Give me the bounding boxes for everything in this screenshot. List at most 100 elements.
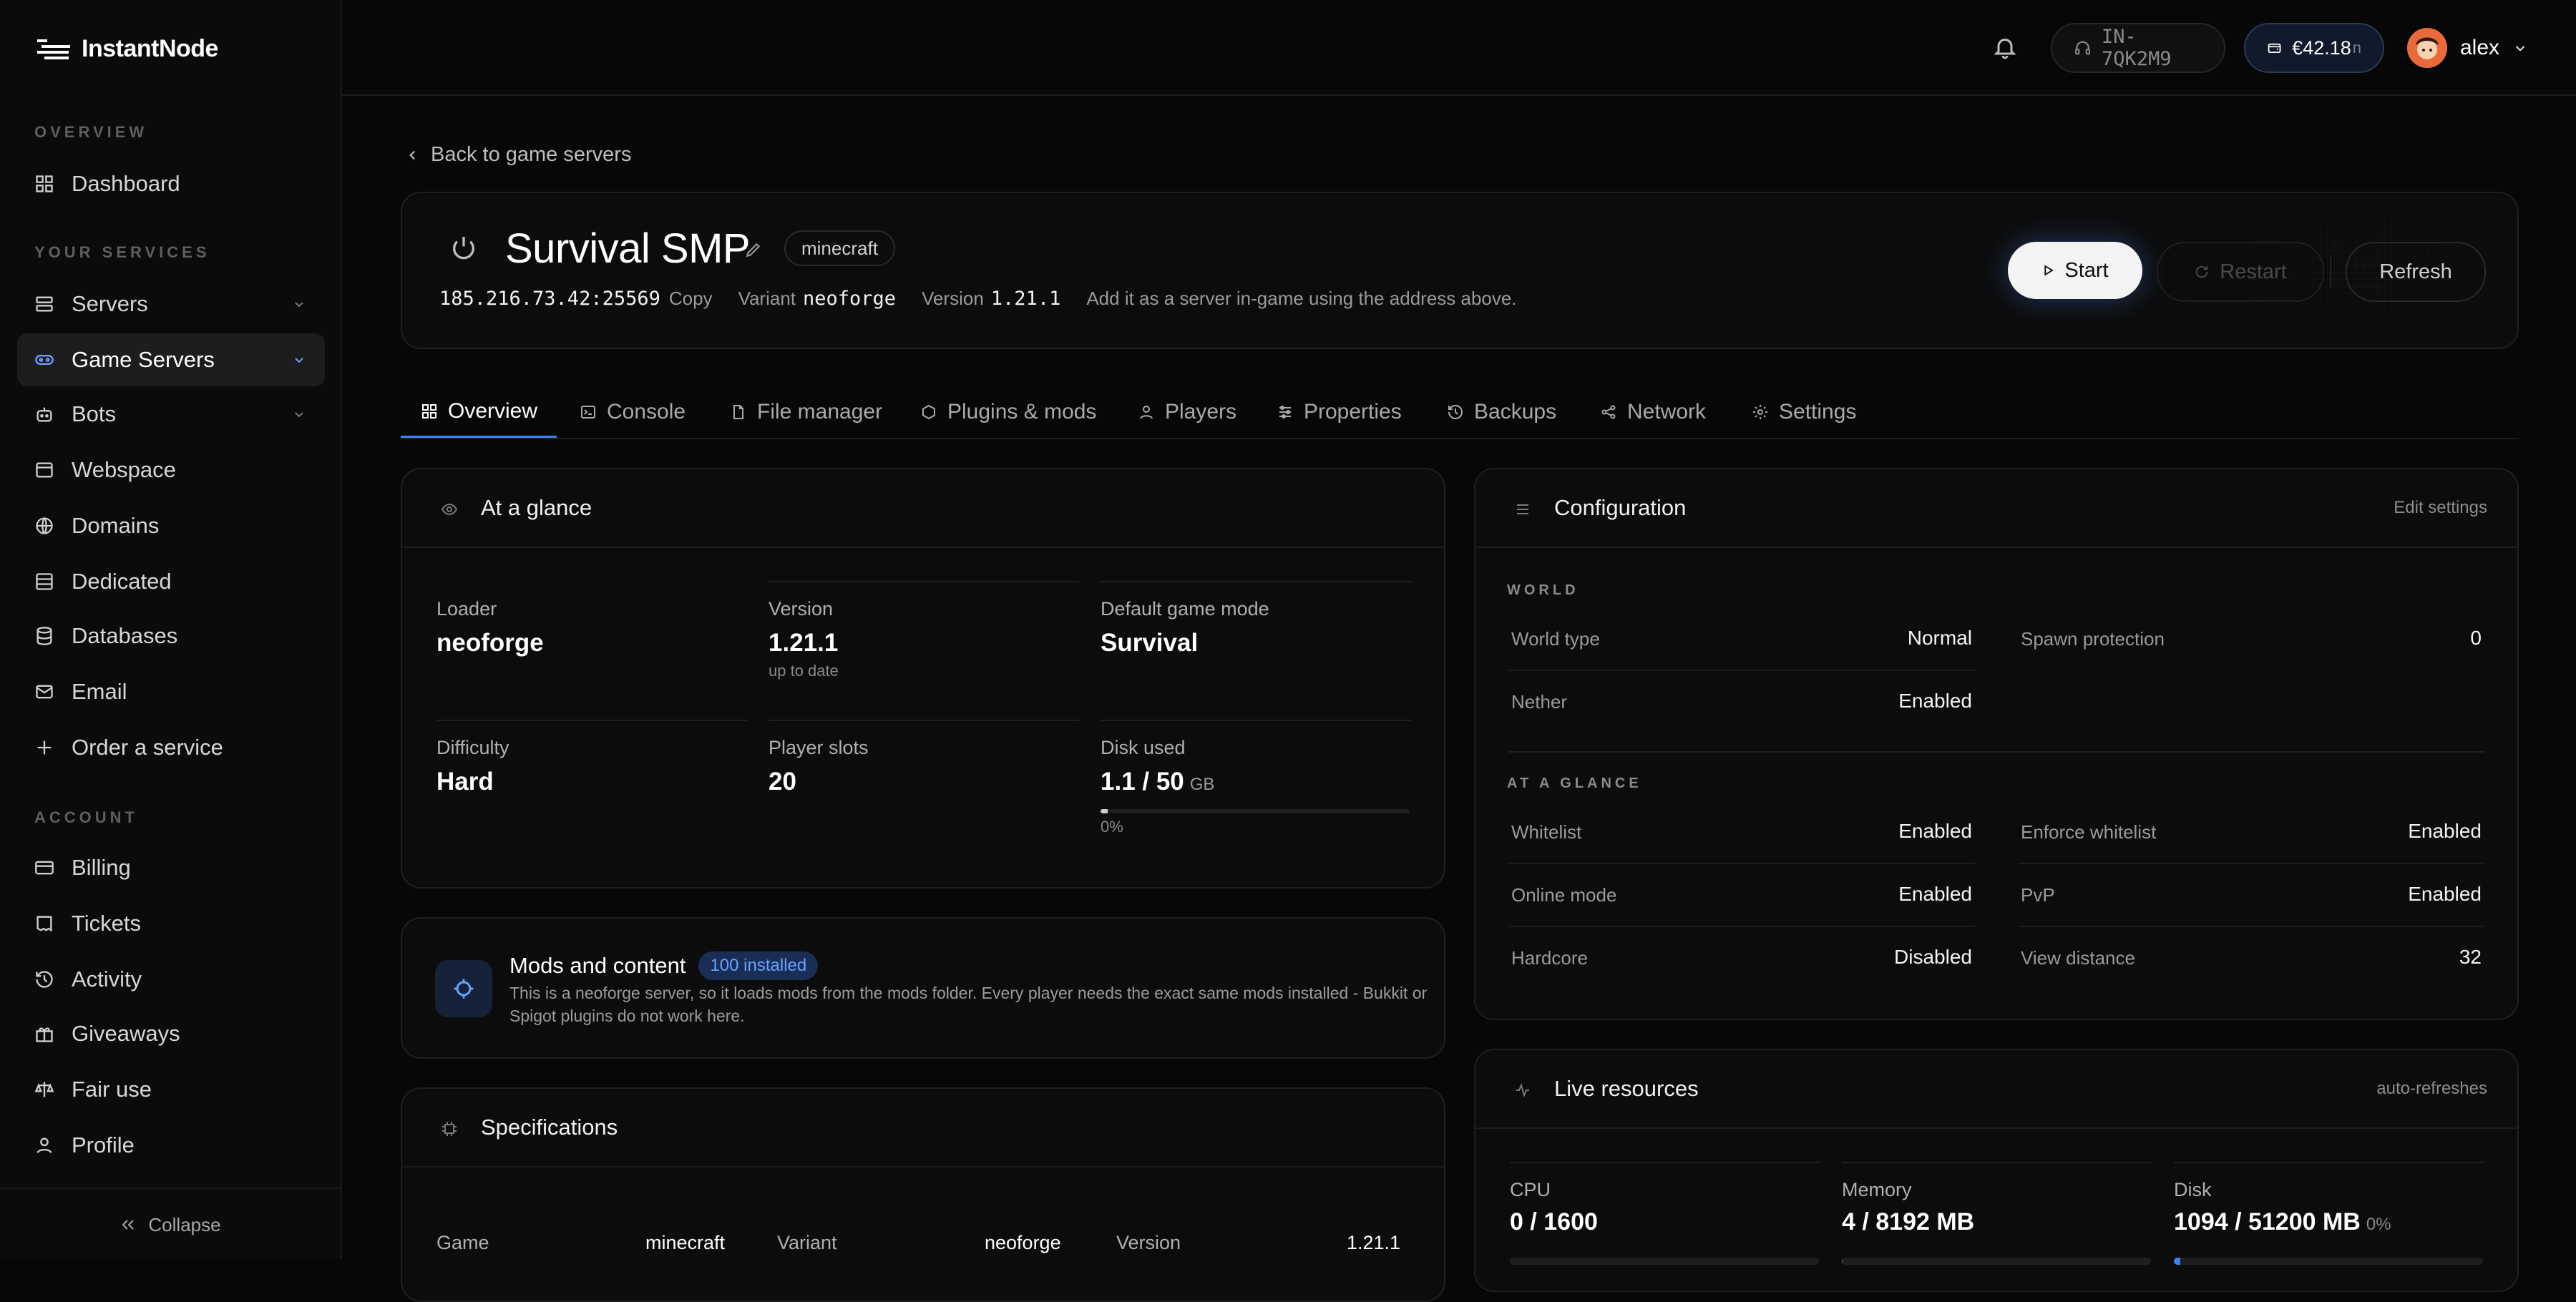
tab-console[interactable]: Console <box>580 386 686 438</box>
sidebar-item-profile[interactable]: Profile <box>17 1119 325 1172</box>
balance-suffix: n <box>2352 39 2361 57</box>
config-row-nether: Nether Enabled <box>1508 671 1975 734</box>
chevron-down-icon <box>295 302 303 308</box>
tab-network[interactable]: Network <box>1600 386 1706 438</box>
configuration-card: Configuration Edit settings WORLD World … <box>1474 468 2519 1020</box>
config-row-spawn-protection: Spawn protection 0 <box>2018 608 2484 671</box>
stat-label: Version <box>769 598 834 620</box>
chevron-down-icon <box>295 358 303 363</box>
sidebar-item-order-service[interactable]: Order a service <box>17 721 325 774</box>
collapse-button[interactable]: Collapse <box>0 1188 341 1261</box>
disk-percent: 0% <box>2366 1215 2391 1234</box>
divider <box>769 720 1079 721</box>
tab-overview[interactable]: Overview <box>401 386 557 438</box>
edit-settings-link[interactable]: Edit settings <box>2394 498 2487 518</box>
tab-backups[interactable]: Backups <box>1447 386 1556 438</box>
sidebar-item-webspace[interactable]: Webspace <box>17 444 325 496</box>
disk-progress <box>1101 809 1410 813</box>
mods-card: Mods and content 100 installed This is a… <box>401 917 1445 1059</box>
tab-file-manager[interactable]: File manager <box>730 386 882 438</box>
support-id-pill[interactable]: IN-7QK2M9 <box>2051 23 2225 73</box>
puzzle-icon <box>922 404 935 420</box>
sidebar-item-email[interactable]: Email <box>17 665 325 718</box>
avatar-illustration <box>2407 28 2447 68</box>
history-icon <box>36 971 53 988</box>
difficulty-stat: Difficulty Hard <box>436 737 746 796</box>
mods-title: Mods and content <box>509 953 686 978</box>
sliders-icon <box>1279 406 1291 418</box>
eye-icon <box>441 503 458 516</box>
stat-label: Loader <box>436 598 497 620</box>
play-icon <box>2044 265 2054 276</box>
sidebar-item-servers[interactable]: Servers <box>17 278 325 331</box>
share-icon <box>1601 405 1616 419</box>
tab-bar: Overview Console File manager Plugins & … <box>401 386 2519 439</box>
config-value: 0 <box>2470 627 2482 649</box>
config-value: Enabled <box>2408 883 2482 905</box>
config-value: Disabled <box>1894 946 1972 968</box>
tab-settings[interactable]: Settings <box>1752 386 1856 438</box>
tab-plugins-mods[interactable]: Plugins & mods <box>920 386 1096 438</box>
restart-button[interactable]: Restart <box>2157 242 2324 302</box>
server-name: Survival SMP <box>505 225 751 272</box>
sidebar-item-domains[interactable]: Domains <box>17 499 325 552</box>
stat-value: 20 <box>769 768 796 796</box>
mods-icon-box <box>435 960 492 1017</box>
sidebar-item-databases[interactable]: Databases <box>17 610 325 662</box>
sidebar-item-bots[interactable]: Bots <box>17 388 325 441</box>
notifications-button[interactable] <box>1992 34 2018 60</box>
config-row-whitelist: Whitelist Enabled <box>1508 801 1975 864</box>
sidebar-item-game-servers[interactable]: Game Servers <box>17 333 325 386</box>
spec-game-value: minecraft <box>645 1232 726 1253</box>
sidebar-item-activity[interactable]: Activity <box>17 953 325 1006</box>
tab-players[interactable]: Players <box>1138 386 1236 438</box>
config-row-world-type: World type Normal <box>1508 608 1975 671</box>
sidebar-item-label: Order a service <box>72 735 223 760</box>
config-row-online-mode: Online mode Enabled <box>1508 864 1975 927</box>
terminal-icon <box>581 406 595 418</box>
sidebar-item-billing[interactable]: Billing <box>17 841 325 894</box>
balance-pill[interactable]: €42.18 n <box>2244 23 2384 73</box>
sidebar-item-fair-use[interactable]: Fair use <box>17 1063 325 1116</box>
divider <box>1101 581 1411 582</box>
player-slots-stat: Player slots 20 <box>769 737 1078 796</box>
spec-game-label: Game <box>436 1232 489 1253</box>
back-label: Back to game servers <box>431 143 632 166</box>
pencil-icon[interactable] <box>744 240 763 259</box>
sidebar-item-tickets[interactable]: Tickets <box>17 897 325 950</box>
sidebar-item-label: Activity <box>72 966 142 992</box>
sidebar-item-label: Email <box>72 679 127 704</box>
user-menu[interactable]: alex <box>2407 27 2528 69</box>
section-at-a-glance: AT A GLANCE <box>1507 775 1642 791</box>
config-key: Spawn protection <box>2021 628 2165 650</box>
sidebar-item-giveaways[interactable]: Giveaways <box>17 1007 325 1060</box>
copy-address-button[interactable]: Copy <box>669 288 713 310</box>
avatar <box>2407 28 2447 68</box>
sidebar-item-dashboard[interactable]: Dashboard <box>17 157 325 210</box>
start-button[interactable]: Start <box>2008 242 2142 299</box>
sidebar-item-label: Databases <box>72 623 178 648</box>
dedicated-icon <box>36 573 53 590</box>
gamepad-icon <box>35 355 54 365</box>
logo-icon <box>37 39 70 59</box>
sidebar-item-label: Webspace <box>72 457 176 482</box>
power-icon <box>453 237 474 260</box>
variant-value: neoforge <box>803 288 897 310</box>
config-key: Online mode <box>1511 884 1617 906</box>
globe-icon <box>36 517 53 534</box>
config-value: 32 <box>2459 946 2482 968</box>
stat-value: Survival <box>1101 629 1199 657</box>
restart-label: Restart <box>2220 260 2287 283</box>
cpu-stat: CPU 0 / 1600 <box>1510 1179 1819 1265</box>
version-label: Version <box>922 288 984 309</box>
tab-properties[interactable]: Properties <box>1277 386 1402 438</box>
refresh-button[interactable]: Refresh <box>2346 242 2486 302</box>
back-link[interactable]: Back to game servers <box>405 143 631 167</box>
tab-label: Overview <box>448 398 538 423</box>
stat-value: Hard <box>436 768 494 796</box>
sidebar-item-label: Bots <box>72 401 117 426</box>
sidebar-item-dedicated[interactable]: Dedicated <box>17 555 325 608</box>
address-hint: Add it as a server in-game using the add… <box>1086 288 1517 309</box>
brand[interactable]: InstantNode <box>37 31 218 66</box>
database-icon <box>36 627 52 645</box>
